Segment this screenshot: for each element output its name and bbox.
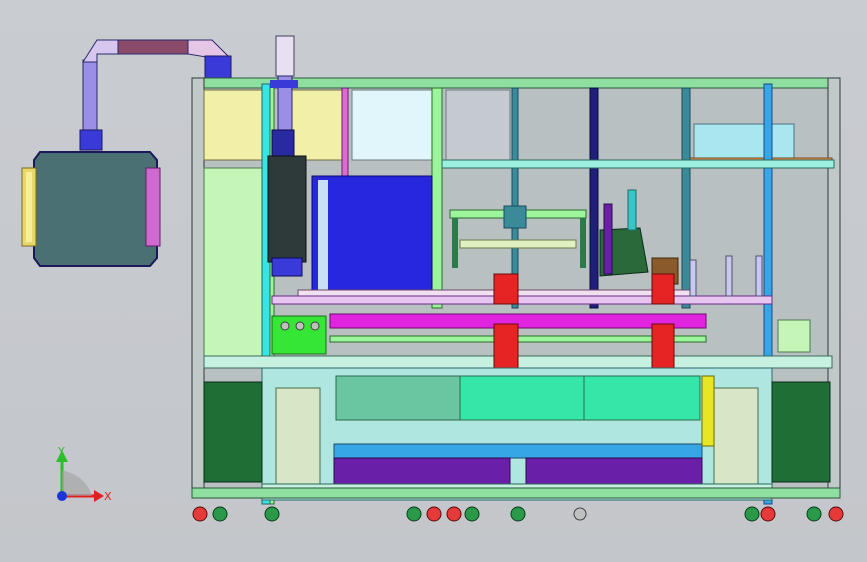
post-teal-2 [681, 87, 691, 309]
blue-panel-edge [318, 180, 328, 290]
casters [192, 506, 844, 522]
bottom-rail [191, 487, 841, 499]
stand-3 [755, 255, 763, 297]
panel-white-top [351, 89, 433, 161]
green-door-right [771, 381, 831, 483]
purple-drawer-1 [333, 457, 511, 485]
panel-cyan-top [693, 123, 795, 163]
post-green-mid [431, 87, 443, 309]
cabinet-panel-right [713, 387, 759, 485]
tray-2 [459, 375, 585, 421]
tray-3 [583, 375, 701, 421]
rail-upper [441, 159, 835, 169]
triad-plane-icon [62, 470, 92, 496]
panel-yellow-upper [203, 89, 267, 161]
red-block-4 [651, 323, 675, 371]
red-block-2 [651, 273, 675, 305]
machine-assembly-drawing: Y X [21, 35, 844, 522]
green-door-left [203, 381, 263, 483]
tray-1 [335, 375, 461, 421]
control-knob-1-icon [280, 321, 290, 331]
cad-viewport[interactable]: Y X [0, 0, 867, 562]
panel-green-left [203, 167, 267, 357]
sensor-box [777, 319, 811, 353]
control-knob-3-icon [310, 321, 320, 331]
stand-1 [689, 259, 697, 297]
blue-panel [311, 175, 433, 295]
cabinet-panel-left [275, 387, 321, 485]
purple-drawer-2 [525, 457, 703, 485]
conveyor-belt [271, 295, 773, 305]
x-axis-label: X [104, 490, 112, 503]
red-block-1 [493, 273, 519, 305]
y-axis-label: Y [57, 445, 65, 458]
axis-triad: Y X [56, 445, 112, 503]
motor-column [267, 35, 307, 277]
blue-rail-lower [333, 443, 703, 459]
lower-cabinet [191, 367, 841, 501]
red-block-3 [493, 323, 519, 371]
exhaust-hood [21, 151, 161, 267]
post-navy [589, 87, 599, 309]
yellow-strip [701, 375, 715, 447]
control-knob-2-icon [295, 321, 305, 331]
panel-grey-top [445, 89, 511, 161]
z-axis-dot-icon [57, 491, 67, 501]
stand-2 [725, 255, 733, 297]
